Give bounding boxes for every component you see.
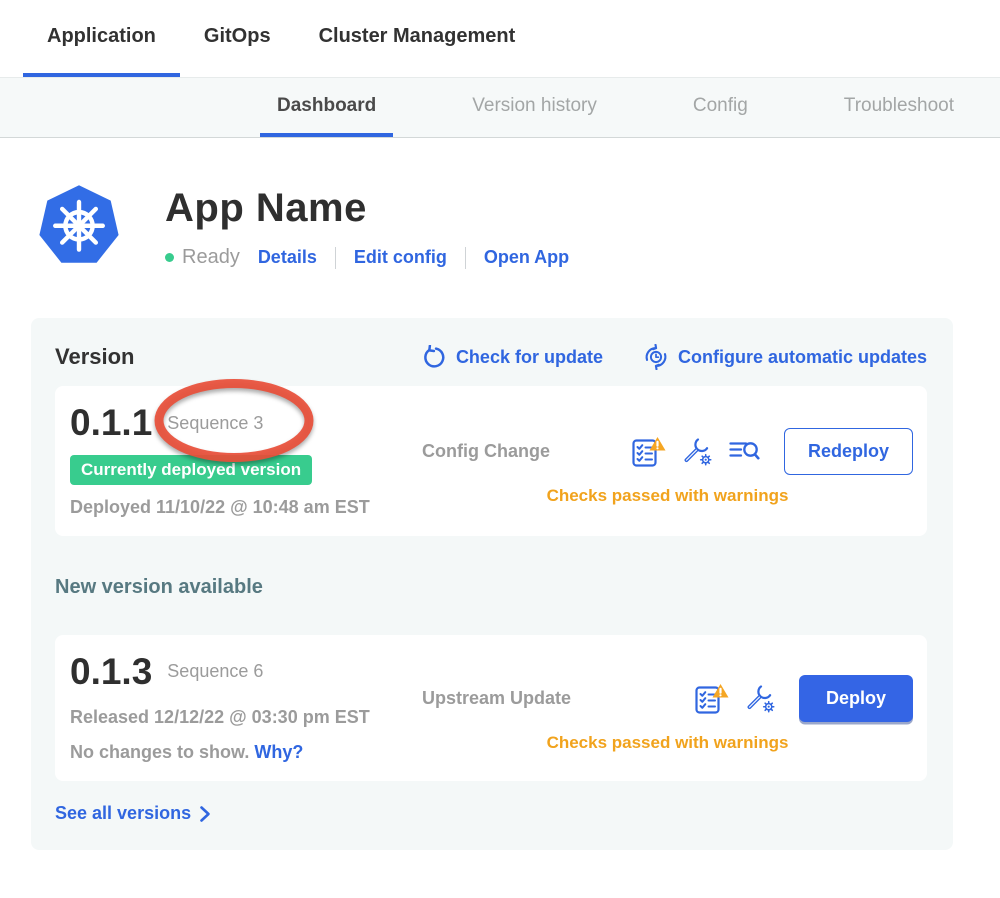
subtab-version-history[interactable]: Version history [455, 78, 614, 137]
version-source-label: Upstream Update [422, 688, 571, 709]
app-header: App Name Ready Details Edit config Open … [35, 178, 1000, 270]
checks-status-text: Checks passed with warnings [422, 733, 913, 753]
page-title: App Name [165, 186, 569, 231]
version-number: 0.1.1 [70, 402, 152, 445]
secondary-nav: Dashboard Version history Config Trouble… [0, 77, 1000, 138]
subtab-dashboard[interactable]: Dashboard [260, 78, 393, 137]
new-version-row: 0.1.3 Sequence 6 Released 12/12/22 @ 03:… [55, 635, 927, 782]
no-changes-text: No changes to show.Why? [70, 742, 422, 763]
deploy-button[interactable]: Deploy [799, 675, 913, 722]
subtab-troubleshoot[interactable]: Troubleshoot [827, 78, 971, 137]
new-version-heading: New version available [55, 576, 927, 599]
auto-update-clock-icon [643, 344, 669, 370]
details-link[interactable]: Details [258, 247, 317, 268]
tab-application[interactable]: Application [23, 0, 180, 77]
current-version-row: 0.1.1 Sequence 3 Currently deployed vers… [55, 386, 927, 536]
app-status-label: Ready [182, 246, 240, 269]
configure-automatic-updates-link[interactable]: Configure automatic updates [643, 344, 927, 370]
why-link[interactable]: Why? [254, 742, 303, 762]
divider [465, 247, 466, 269]
version-number: 0.1.3 [70, 651, 152, 694]
check-for-update-link[interactable]: Check for update [422, 345, 603, 370]
tab-cluster-management[interactable]: Cluster Management [295, 0, 540, 77]
open-app-link[interactable]: Open App [484, 247, 569, 268]
app-status: Ready [165, 246, 240, 269]
config-wrench-icon[interactable] [746, 684, 775, 713]
primary-nav: Application GitOps Cluster Management [0, 0, 1000, 77]
config-wrench-icon[interactable] [683, 437, 712, 466]
diff-files-icon[interactable] [729, 438, 760, 464]
subtab-config[interactable]: Config [676, 78, 765, 137]
tab-gitops[interactable]: GitOps [180, 0, 295, 77]
version-source-label: Config Change [422, 441, 550, 462]
refresh-icon [422, 345, 447, 370]
sequence-label: Sequence 6 [167, 661, 263, 682]
preflight-checks-icon[interactable] [695, 683, 729, 714]
chevron-right-icon [199, 805, 211, 823]
kubernetes-logo-icon [35, 178, 123, 270]
sequence-label: Sequence 3 [167, 413, 263, 434]
edit-config-link[interactable]: Edit config [354, 247, 447, 268]
status-dot-icon [165, 253, 174, 262]
released-timestamp: Released 12/12/22 @ 03:30 pm EST [70, 707, 422, 728]
redeploy-button[interactable]: Redeploy [784, 428, 913, 475]
preflight-checks-icon[interactable] [632, 436, 666, 467]
currently-deployed-badge: Currently deployed version [70, 455, 312, 485]
version-card-title: Version [55, 344, 134, 370]
see-all-versions-link[interactable]: See all versions [55, 803, 211, 824]
version-card: Version Check for update [31, 318, 953, 850]
divider [335, 247, 336, 269]
deployed-timestamp: Deployed 11/10/22 @ 10:48 am EST [70, 497, 422, 518]
checks-status-text: Checks passed with warnings [422, 486, 913, 506]
